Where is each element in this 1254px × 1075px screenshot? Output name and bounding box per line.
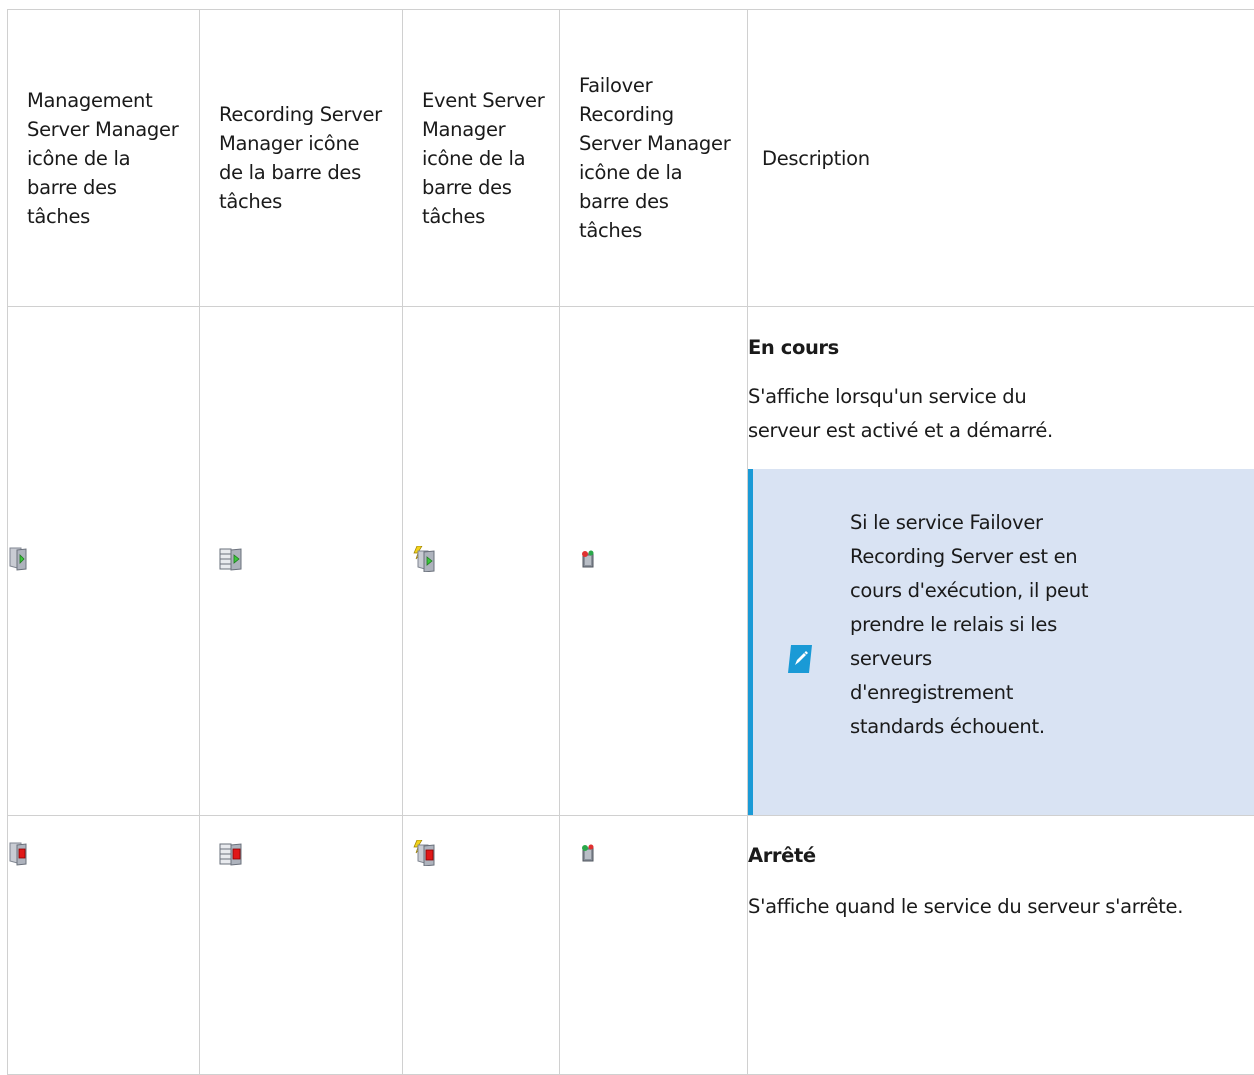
status-title-running: En cours [748, 334, 1254, 362]
cell-recording-running [200, 307, 403, 816]
header-management: Management Server Manager icône de la ba… [8, 10, 200, 307]
cell-event-stopped [403, 816, 560, 1075]
cell-description-running: En cours S'affiche lorsqu'un service du … [748, 307, 1254, 816]
cell-failover-running [560, 307, 748, 816]
note-text: Si le service Failover Recording Server … [850, 506, 1090, 744]
status-text-running: S'affiche lorsqu'un service du serveur e… [748, 380, 1068, 448]
recording-server-running-icon [219, 547, 243, 571]
tray-icon-status-table: Management Server Manager icône de la ba… [7, 9, 1254, 1075]
header-recording: Recording Server Manager icône de la bar… [200, 10, 403, 307]
event-server-stopped-icon [413, 840, 437, 866]
note-box: Si le service Failover Recording Server … [748, 469, 1254, 815]
table-row-running: En cours S'affiche lorsqu'un service du … [8, 307, 1254, 816]
status-text-stopped: S'affiche quand le service du serveur s'… [748, 890, 1254, 924]
cell-management-running [8, 307, 200, 816]
header-description: Description [748, 10, 1254, 307]
table-row-stopped: Arrêté S'affiche quand le service du ser… [8, 816, 1254, 1075]
status-title-stopped: Arrêté [748, 842, 1254, 870]
event-server-running-icon [413, 546, 437, 572]
header-row: Management Server Manager icône de la ba… [8, 10, 1254, 307]
cell-recording-stopped [200, 816, 403, 1075]
management-server-stopped-icon [8, 842, 28, 866]
management-server-running-icon [8, 547, 28, 571]
header-event: Event Server Manager icône de la barre d… [403, 10, 560, 307]
cell-management-stopped [8, 816, 200, 1075]
failover-server-running-icon [580, 550, 596, 568]
recording-server-stopped-icon [219, 842, 243, 866]
cell-description-stopped: Arrêté S'affiche quand le service du ser… [748, 816, 1254, 1075]
cell-event-running [403, 307, 560, 816]
pencil-note-icon [788, 645, 812, 673]
failover-server-stopped-icon [580, 844, 596, 862]
header-failover: Failover Recording Server Manager icône … [560, 10, 748, 307]
cell-failover-stopped [560, 816, 748, 1075]
